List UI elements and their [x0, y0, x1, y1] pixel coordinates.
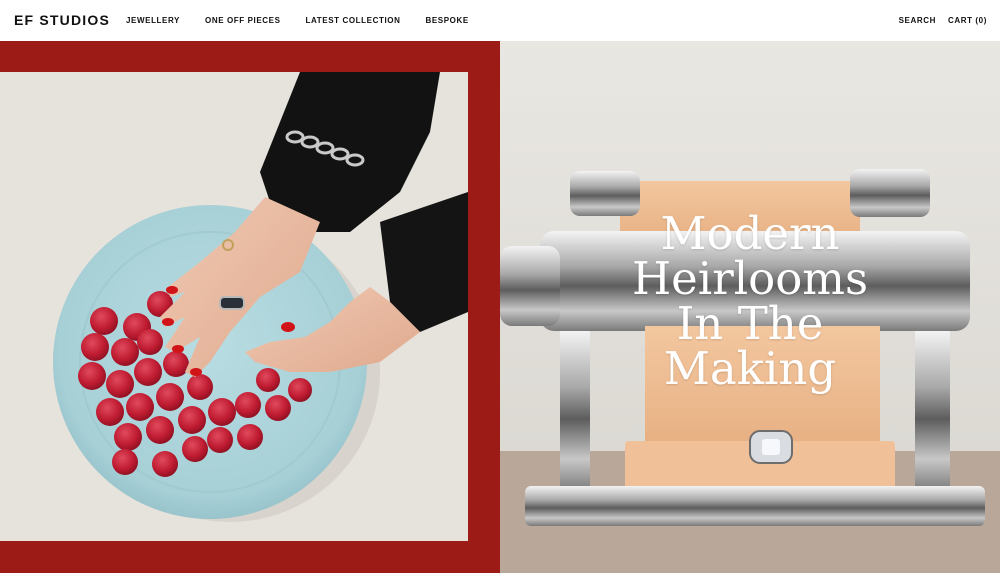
raspberries-hands-photo[interactable] — [0, 72, 468, 541]
nav-jewellery[interactable]: JEWELLERY — [126, 16, 180, 25]
site-header: EF STUDIOS JEWELLERY ONE OFF PIECES LATE… — [0, 0, 1000, 41]
search-link[interactable]: SEARCH — [899, 16, 936, 25]
nav-bespoke[interactable]: BESPOKE — [425, 16, 468, 25]
hero-line-1: Modern — [660, 207, 840, 260]
hero-heading: Modern Heirlooms In The Making — [630, 211, 870, 391]
hero-panel[interactable]: Modern Heirlooms In The Making — [500, 41, 1000, 573]
main-nav: JEWELLERY ONE OFF PIECES LATEST COLLECTI… — [126, 16, 494, 25]
nav-latest-collection[interactable]: LATEST COLLECTION — [306, 16, 401, 25]
cart-link[interactable]: CART (0) — [948, 16, 987, 25]
left-feature-panel — [0, 41, 500, 573]
raspberries-hands-illustration — [0, 72, 468, 541]
site-logo[interactable]: EF STUDIOS — [14, 12, 110, 28]
hero-line-4: Making — [663, 342, 837, 395]
hero-line-3: In The — [676, 297, 824, 350]
nav-one-off-pieces[interactable]: ONE OFF PIECES — [205, 16, 281, 25]
utility-nav: SEARCH CART (0) — [887, 16, 987, 25]
hero-line-2: Heirlooms — [631, 252, 869, 305]
